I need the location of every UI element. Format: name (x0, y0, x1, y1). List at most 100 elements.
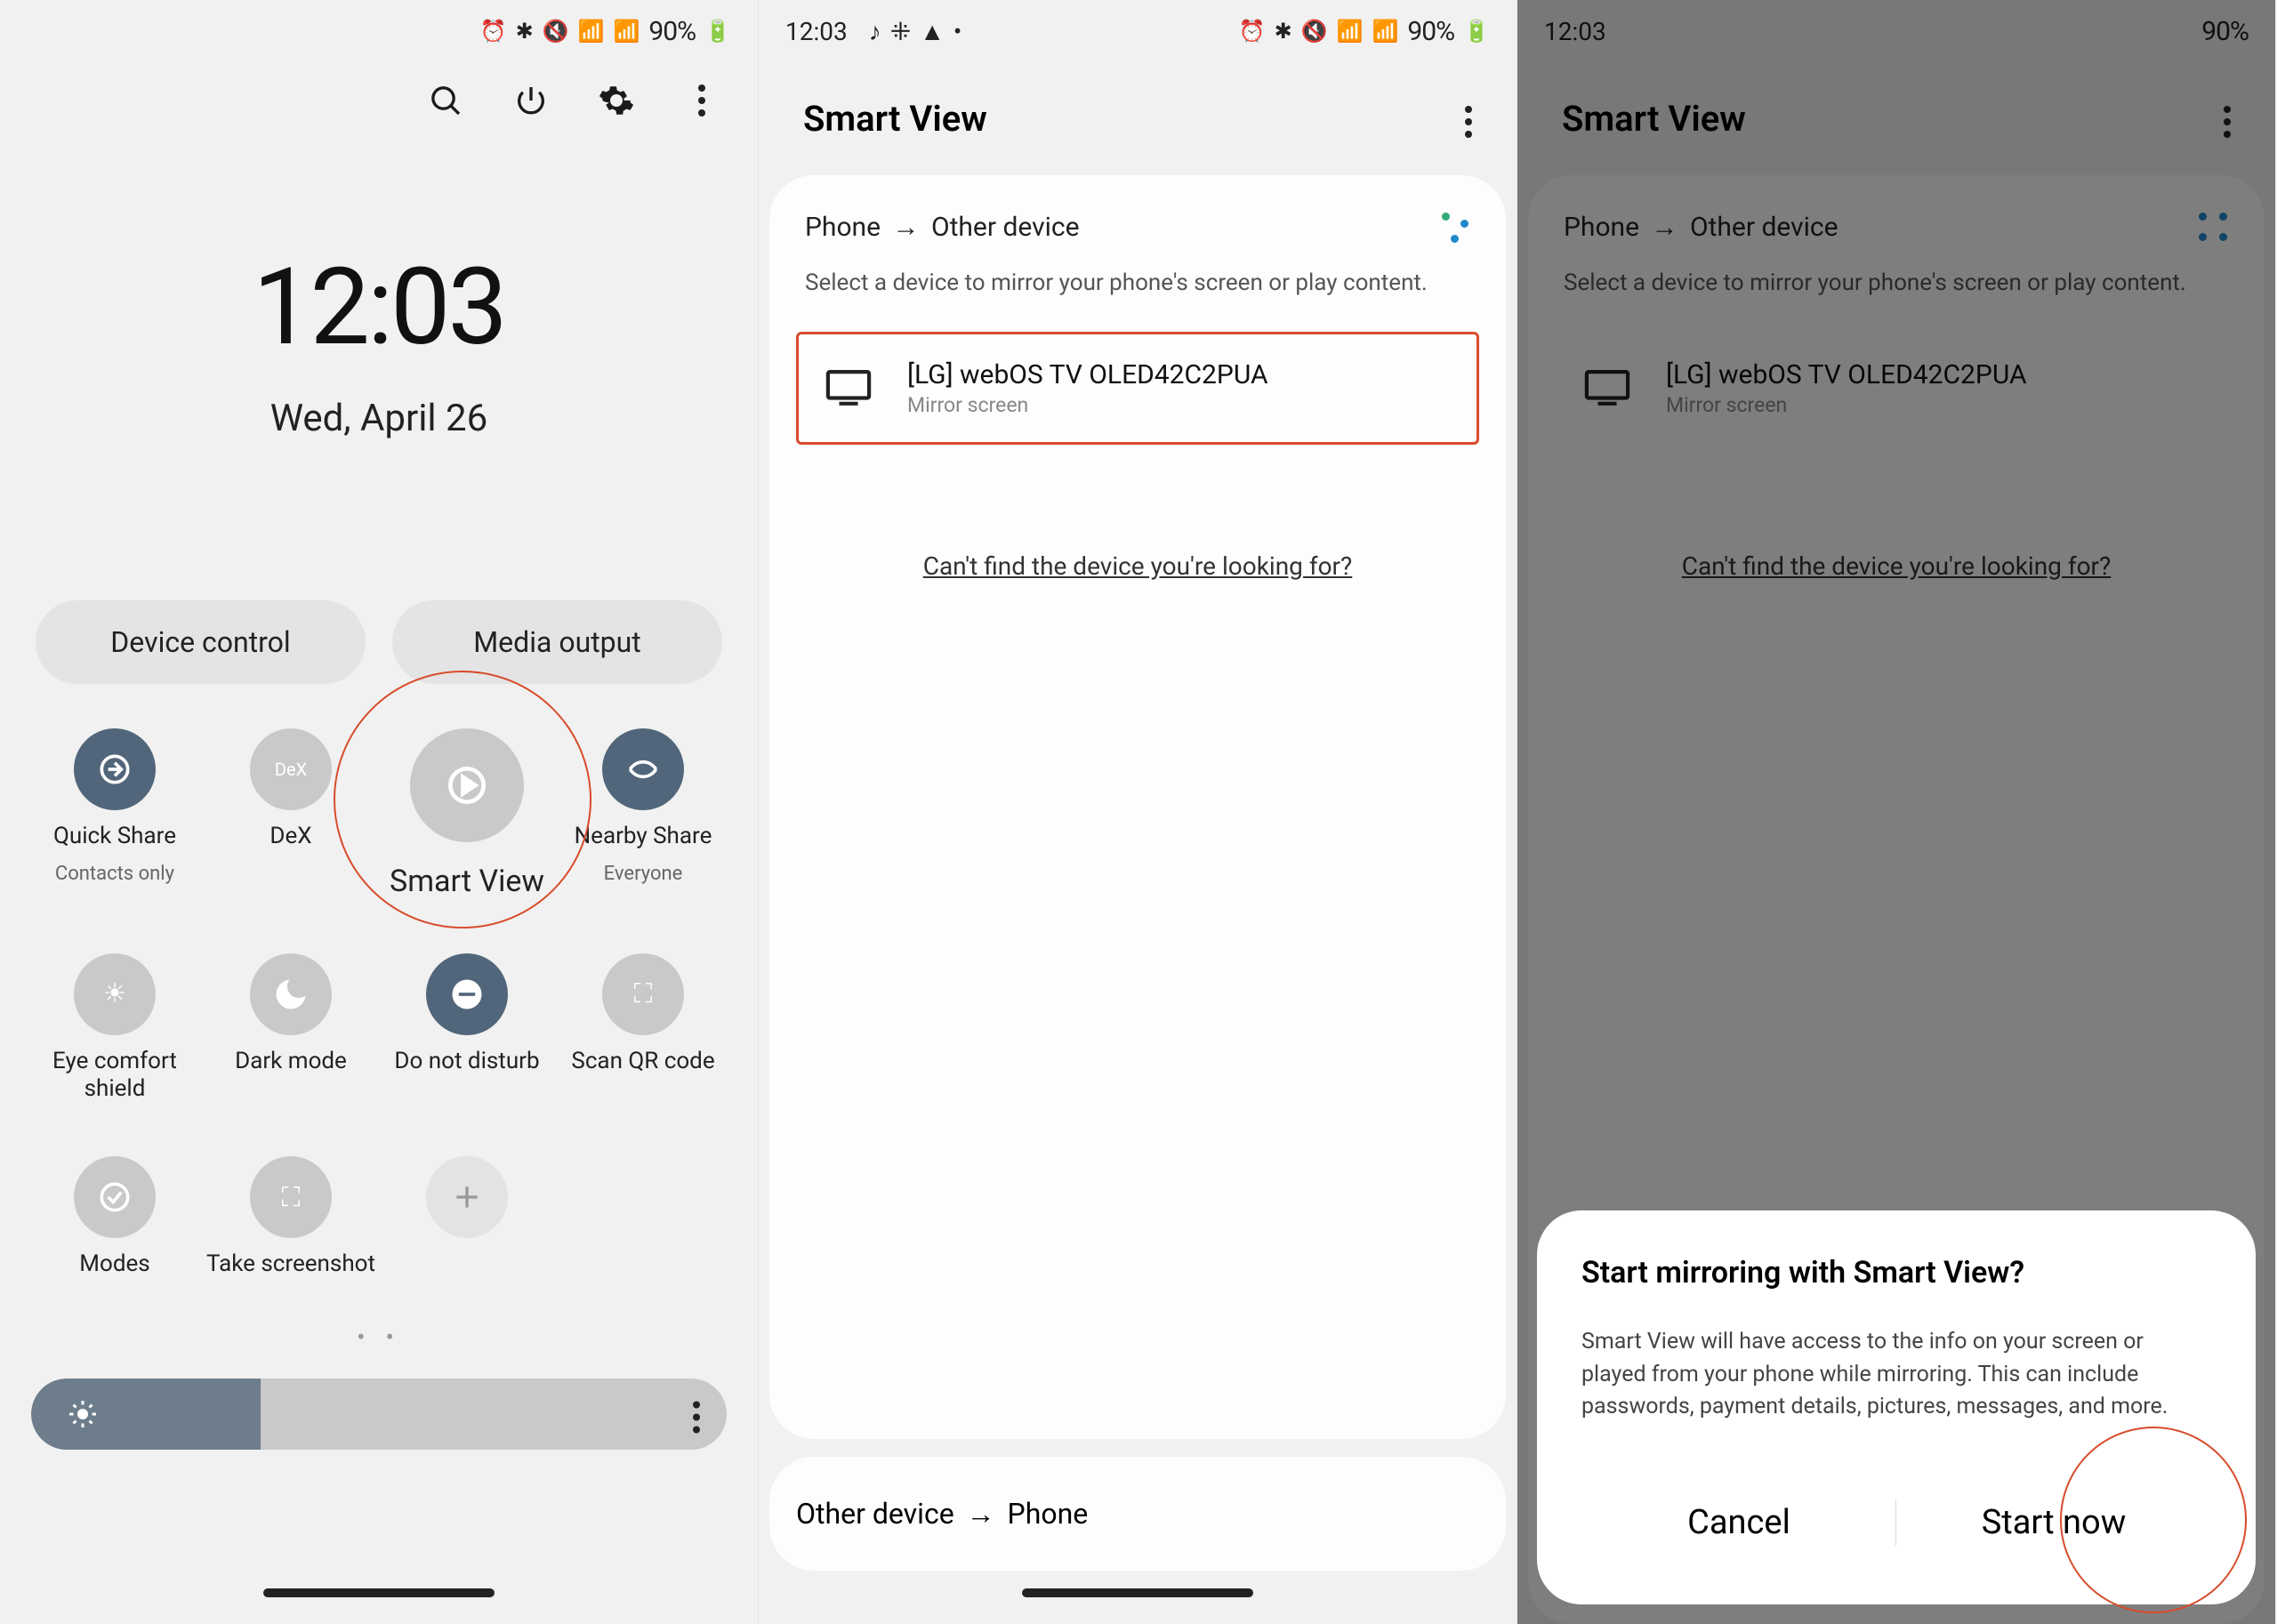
help-link[interactable]: Can't find the device you're looking for… (1555, 551, 2238, 581)
tile-label: Eye comfort shield (27, 1048, 203, 1103)
hint-text: Select a device to mirror your phone's s… (1555, 261, 2238, 323)
tile-label: Dark mode (235, 1048, 347, 1075)
clock-time: 12:03 (0, 245, 758, 370)
bluetooth-icon: ✱ (516, 19, 534, 44)
tile-dnd[interactable]: Do not disturb (379, 953, 555, 1103)
page-title: Smart View (803, 98, 987, 140)
tile-label: DeX (270, 823, 311, 850)
brightness-slider[interactable] (31, 1379, 727, 1450)
help-link[interactable]: Can't find the device you're looking for… (796, 551, 1479, 581)
quick-share-icon (74, 728, 156, 810)
battery-percent: 90% (1407, 16, 1454, 47)
scanning-icon (2197, 211, 2229, 243)
hint-text: Select a device to mirror your phone's s… (796, 261, 1479, 323)
device-row[interactable]: [LG] webOS TV OLED42C2PUA Mirror screen (1555, 332, 2238, 445)
plus-icon (426, 1156, 508, 1238)
confirm-dialog: Start mirroring with Smart View? Smart V… (1537, 1210, 2256, 1604)
tile-dark-mode[interactable]: Dark mode (203, 953, 379, 1103)
clock-date: Wed, April 26 (0, 397, 758, 440)
status-time: 12:03 (785, 17, 848, 46)
power-icon[interactable] (511, 80, 551, 121)
tile-label: Take screenshot (206, 1250, 375, 1278)
search-icon[interactable] (425, 80, 466, 121)
status-bar: 12:03 ♪ ⁜ ▲ • ⏰ ✱ 🔇 📶 📶 90% 🔋 (759, 0, 1517, 53)
tile-add[interactable] (379, 1156, 555, 1278)
slack-icon: ⁜ (890, 17, 911, 46)
tile-label: Modes (79, 1250, 149, 1278)
status-bar: ⏰ ✱ 🔇 📶 📶 90% 🔋 (0, 0, 758, 53)
dialog-title: Start mirroring with Smart View? (1581, 1255, 2211, 1290)
battery-icon: 🔋 (704, 19, 731, 44)
page-title: Smart View (1562, 98, 1746, 140)
status-time: 12:03 (1544, 17, 1606, 46)
tile-nearby-share[interactable]: Nearby Share Everyone (555, 728, 731, 900)
tile-smart-view[interactable]: Smart View (379, 728, 555, 900)
tab-device-control[interactable]: Device control (36, 600, 366, 684)
tv-icon (825, 370, 872, 407)
sun-icon (67, 1398, 99, 1430)
eye-comfort-icon: ☀ (74, 953, 156, 1035)
tile-label: Do not disturb (394, 1048, 539, 1075)
device-sub: Mirror screen (907, 393, 1268, 417)
direction-label: Phone → Other device (805, 212, 1080, 243)
tile-eye-comfort[interactable]: ☀ Eye comfort shield (27, 953, 203, 1103)
tile-quick-share[interactable]: Quick Share Contacts only (27, 728, 203, 900)
cancel-button[interactable]: Cancel (1581, 1476, 1896, 1569)
wifi-icon: 📶 (578, 19, 605, 44)
device-sub: Mirror screen (1666, 393, 2027, 417)
tile-label: Smart View (390, 864, 544, 900)
signal-icon: 📶 (1372, 19, 1399, 44)
start-now-button[interactable]: Start now (1896, 1476, 2211, 1569)
wifi-icon: 📶 (1337, 19, 1364, 44)
alarm-icon: ⏰ (1239, 19, 1266, 44)
qr-icon: ⛶ (602, 953, 684, 1035)
smart-view-confirm-screen: 12:03 90% Smart View Phone → Other devic… (1517, 0, 2276, 1624)
battery-icon: 🔋 (1463, 19, 1490, 44)
device-name: [LG] webOS TV OLED42C2PUA (1666, 359, 2027, 390)
tile-dex[interactable]: DeX DeX (203, 728, 379, 900)
status-bar: 12:03 90% (1517, 0, 2275, 53)
more-icon[interactable] (1465, 100, 1472, 138)
scanning-icon (1438, 211, 1470, 243)
dnd-icon (426, 953, 508, 1035)
smart-view-icon (410, 728, 524, 842)
reverse-direction-card[interactable]: Other device → Phone (769, 1457, 1506, 1571)
smart-view-screen: 12:03 ♪ ⁜ ▲ • ⏰ ✱ 🔇 📶 📶 90% 🔋 Smart View… (759, 0, 1517, 1624)
tile-label: Quick Share (53, 823, 176, 850)
tile-label: Nearby Share (575, 823, 712, 850)
nav-handle[interactable] (263, 1588, 495, 1597)
mute-icon: 🔇 (543, 19, 569, 44)
modes-icon (74, 1156, 156, 1238)
signal-icon: 📶 (614, 19, 640, 44)
dex-icon: DeX (250, 728, 332, 810)
tile-screenshot[interactable]: ⛶ Take screenshot (203, 1156, 379, 1278)
tile-scan-qr[interactable]: ⛶ Scan QR code (555, 953, 731, 1103)
more-icon[interactable] (681, 80, 722, 121)
dot-icon: • (953, 17, 961, 46)
quick-settings-screen: ⏰ ✱ 🔇 📶 📶 90% 🔋 12:03 Wed, April 26 Devi… (0, 0, 759, 1624)
tile-sub: Contacts only (55, 863, 174, 885)
tab-media-output[interactable]: Media output (392, 600, 722, 684)
dialog-body: Smart View will have access to the info … (1581, 1326, 2211, 1423)
nearby-share-icon (602, 728, 684, 810)
tile-modes[interactable]: Modes (27, 1156, 203, 1278)
nav-handle[interactable] (1022, 1588, 1253, 1597)
battery-percent: 90% (2201, 16, 2249, 47)
more-icon[interactable] (2224, 100, 2231, 138)
direction-label: Phone → Other device (1564, 212, 1838, 243)
pager-dots: • • (0, 1323, 758, 1352)
tile-label: Scan QR code (571, 1048, 714, 1075)
tile-sub: Everyone (604, 863, 683, 885)
nav-icon: ▲ (920, 17, 945, 46)
brightness-more-icon[interactable] (693, 1395, 700, 1434)
bluetooth-icon: ✱ (1275, 19, 1292, 44)
tv-icon (1584, 370, 1630, 407)
device-name: [LG] webOS TV OLED42C2PUA (907, 359, 1268, 390)
alarm-icon: ⏰ (480, 19, 507, 44)
battery-percent: 90% (648, 16, 696, 47)
gear-icon[interactable] (596, 80, 637, 121)
dark-mode-icon (250, 953, 332, 1035)
mute-icon: 🔇 (1301, 19, 1328, 44)
device-row[interactable]: [LG] webOS TV OLED42C2PUA Mirror screen (796, 332, 1479, 445)
screenshot-icon: ⛶ (250, 1156, 332, 1238)
